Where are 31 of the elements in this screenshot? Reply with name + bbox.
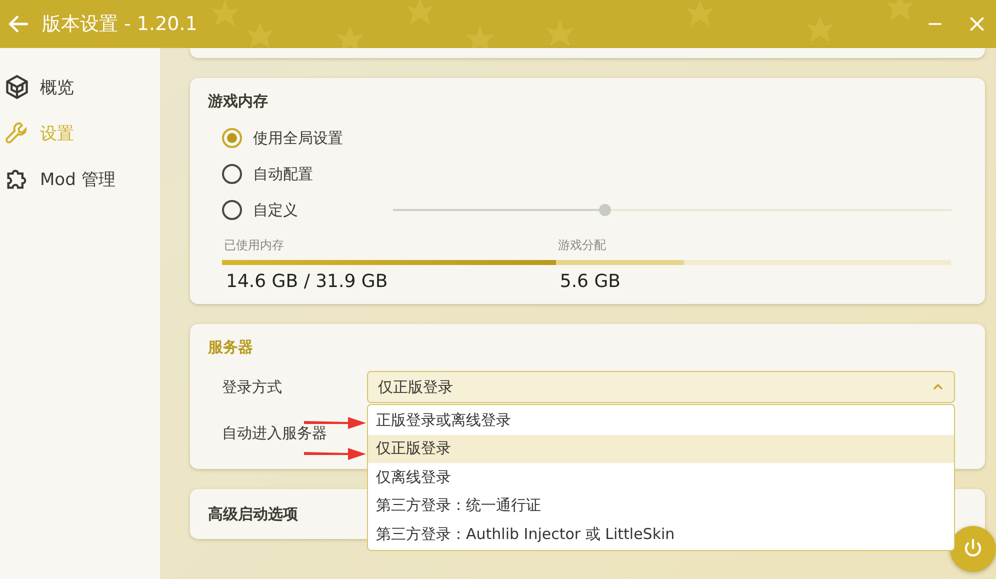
power-button[interactable] xyxy=(950,526,996,572)
caret-icon xyxy=(932,383,944,391)
usage-value: 5.6 GB xyxy=(558,271,621,292)
sidebar-item[interactable]: Mod 管理 xyxy=(0,160,160,198)
dropdown-option[interactable]: 第三方登录：统一通行证 xyxy=(368,492,954,520)
radio-button[interactable] xyxy=(222,200,242,220)
section-title: 高级启动选项 xyxy=(208,505,298,524)
radio-button[interactable] xyxy=(222,164,242,184)
usage-label: 游戏分配 xyxy=(556,237,606,254)
radio-label: 自动配置 xyxy=(253,164,314,184)
radio-button[interactable] xyxy=(222,128,242,148)
section-title: 服务器 xyxy=(208,338,254,357)
dropdown-option[interactable]: 仅正版登录 xyxy=(368,434,954,463)
close-icon[interactable] xyxy=(968,15,986,33)
usage-label: 已使用内存 xyxy=(223,237,285,254)
dropdown-option[interactable]: 正版登录或离线登录 xyxy=(368,406,954,434)
window-title: 版本设置 - 1.20.1 xyxy=(42,12,198,37)
usage-value: 14.6 GB / 31.9 GB xyxy=(225,271,389,292)
radio-label: 使用全局设置 xyxy=(253,128,344,148)
slider-thumb[interactable] xyxy=(599,204,612,216)
arrow-icon xyxy=(304,447,366,461)
sidebar-item[interactable]: 概览 xyxy=(0,68,160,106)
radio-label: 自定义 xyxy=(253,200,299,220)
back-arrow-icon[interactable] xyxy=(8,13,30,35)
section-title: 游戏内存 xyxy=(208,92,269,111)
field-label: 自动进入服务器 xyxy=(222,424,328,442)
dropdown-option[interactable]: 第三方登录：Authlib Injector 或 LittleSkin xyxy=(368,520,954,548)
login-select[interactable]: 仅正版登录 xyxy=(367,371,955,403)
field-label: 登录方式 xyxy=(222,378,283,396)
dropdown-option[interactable]: 仅离线登录 xyxy=(368,463,954,492)
cube-icon xyxy=(4,74,30,100)
